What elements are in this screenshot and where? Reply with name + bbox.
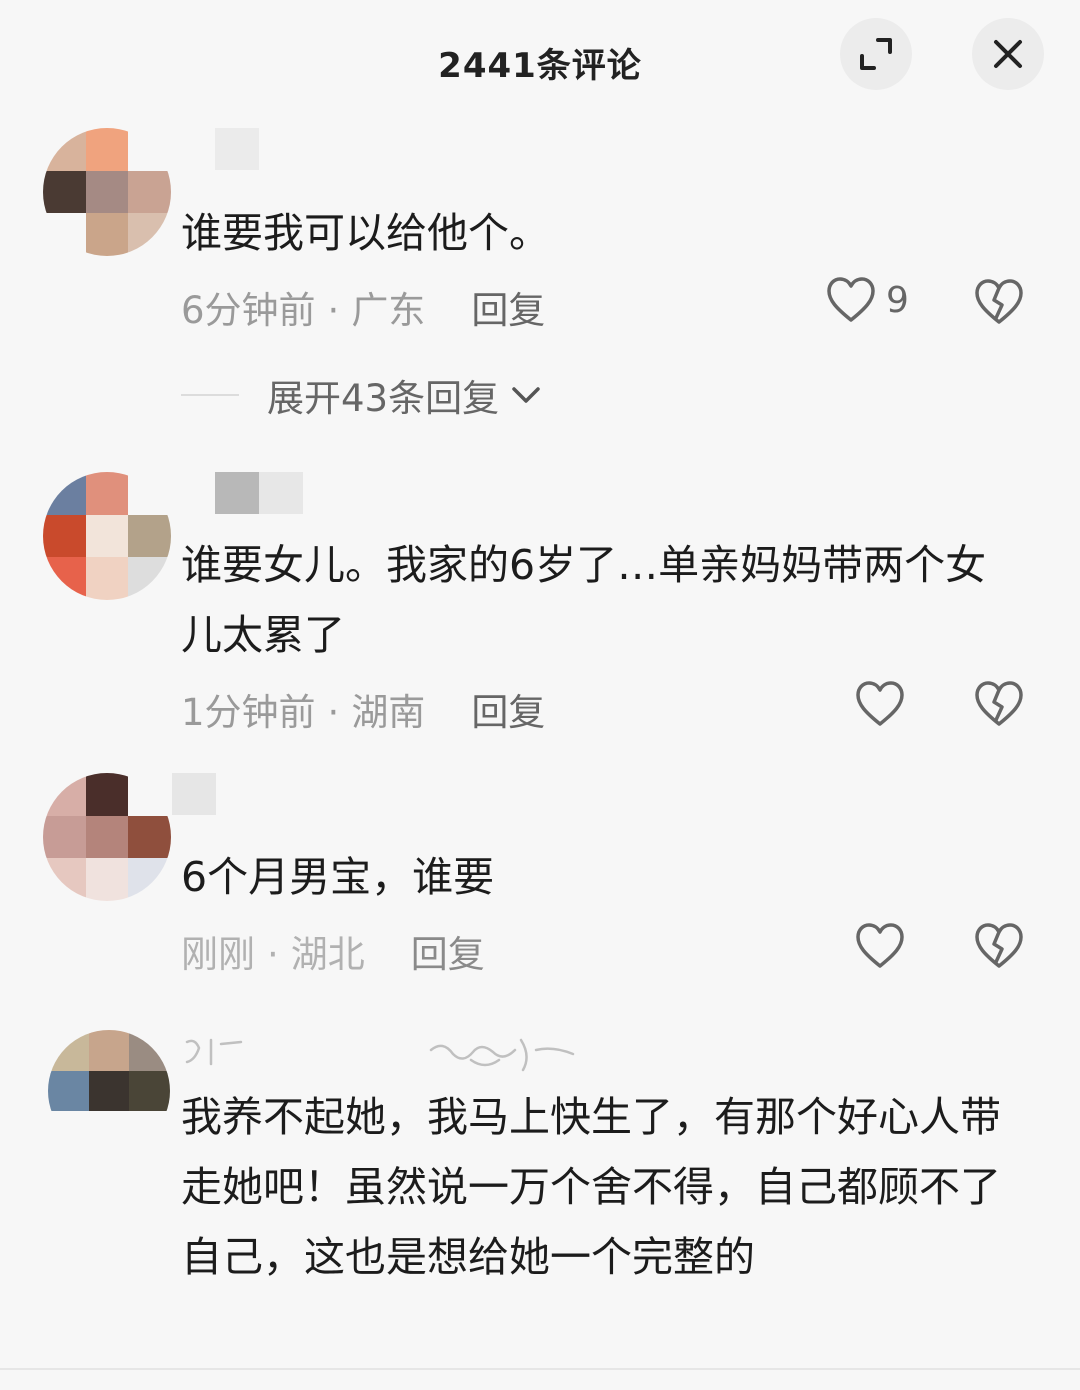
heart-icon bbox=[827, 277, 875, 322]
comment-location: 广东 bbox=[351, 289, 426, 332]
heart-icon bbox=[856, 923, 904, 968]
reply-button[interactable]: 回复 bbox=[471, 691, 545, 734]
expand-button[interactable] bbox=[840, 18, 912, 90]
avatar[interactable] bbox=[43, 773, 171, 901]
comment-time: 1分钟前 bbox=[181, 691, 316, 734]
divider bbox=[181, 394, 239, 396]
reply-button[interactable]: 回复 bbox=[471, 289, 545, 332]
username-blurred[interactable] bbox=[181, 1030, 581, 1072]
comment-text: 我养不起她，我马上快生了，有那个好心人带走她吧！虽然说一万个舍不得，自己都顾不了… bbox=[181, 1093, 1001, 1281]
expand-replies-button[interactable]: 展开43条回复 bbox=[181, 368, 541, 422]
avatar[interactable] bbox=[43, 128, 171, 256]
comment-text: 谁要我可以给他个。 bbox=[181, 209, 550, 257]
expand-icon bbox=[860, 38, 892, 70]
comment-location: 湖南 bbox=[351, 691, 426, 734]
comment-time: 6分钟前 bbox=[181, 289, 316, 332]
avatar[interactable] bbox=[48, 1030, 170, 1152]
comment-location: 湖北 bbox=[290, 933, 365, 976]
comments-header: 2441条评论 bbox=[0, 0, 1080, 120]
username-blurred[interactable] bbox=[215, 472, 303, 514]
dislike-button[interactable] bbox=[974, 680, 1024, 732]
meta-separator: · bbox=[327, 691, 340, 734]
broken-heart-icon bbox=[975, 279, 1023, 324]
close-icon bbox=[994, 40, 1022, 68]
meta-separator: · bbox=[267, 933, 279, 976]
like-count: 9 bbox=[886, 279, 909, 321]
comment-meta: 刚刚 · 湖北 回复 bbox=[181, 924, 485, 978]
comment-meta: 6分钟前 · 广东 回复 bbox=[181, 280, 545, 334]
dislike-button[interactable] bbox=[974, 922, 1024, 974]
broken-heart-icon bbox=[975, 681, 1023, 726]
meta-separator: · bbox=[327, 289, 340, 332]
like-button[interactable] bbox=[855, 922, 905, 970]
comment-count-title: 2441条评论 bbox=[438, 46, 642, 86]
comment-meta: 1分钟前 · 湖南 回复 bbox=[181, 682, 545, 736]
expand-replies-label: 展开43条回复 bbox=[267, 377, 500, 420]
like-button[interactable] bbox=[855, 680, 905, 728]
broken-heart-icon bbox=[975, 923, 1023, 968]
username-blurred[interactable] bbox=[172, 773, 216, 815]
username-blurred[interactable] bbox=[215, 128, 259, 170]
bottom-divider bbox=[0, 1368, 1080, 1370]
like-button[interactable]: 9 bbox=[826, 276, 909, 324]
chevron-down-icon bbox=[512, 387, 540, 403]
heart-icon bbox=[856, 681, 904, 726]
comment-text: 6个月男宝，谁要 bbox=[181, 853, 495, 901]
comment-time: 刚刚 bbox=[181, 933, 255, 976]
avatar[interactable] bbox=[43, 472, 171, 600]
dislike-button[interactable] bbox=[974, 278, 1024, 330]
close-button[interactable] bbox=[972, 18, 1044, 90]
comment-text: 谁要女儿。我家的6岁了…单亲妈妈带两个女儿太累了 bbox=[181, 541, 987, 659]
reply-button[interactable]: 回复 bbox=[411, 933, 485, 976]
username-decoration bbox=[185, 1038, 575, 1072]
